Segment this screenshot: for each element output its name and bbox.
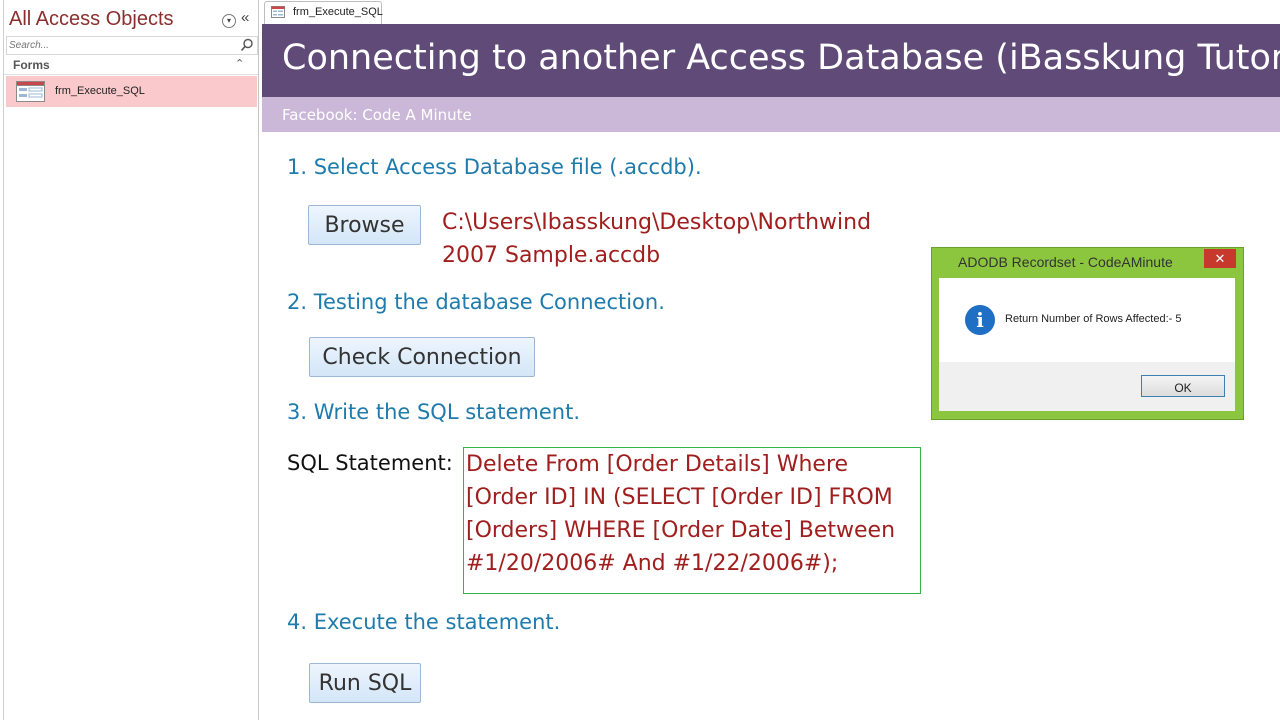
dialog-title: ADODB Recordset - CodeAMinute: [958, 254, 1173, 270]
search-input[interactable]: [9, 38, 229, 52]
tab-frm-execute-sql[interactable]: frm_Execute_SQL: [264, 1, 383, 24]
dialog-footer: OK: [939, 362, 1235, 411]
nav-item-label: frm_Execute_SQL: [55, 85, 145, 97]
form-subheader: Facebook: Code A Minute: [262, 97, 1280, 132]
tab-label: frm_Execute_SQL: [293, 6, 383, 18]
nav-menu-dropdown-icon[interactable]: ▾: [222, 14, 236, 28]
shutter-bar-collapse-icon[interactable]: «: [241, 9, 249, 26]
nav-group-forms[interactable]: Forms ⌃: [4, 56, 258, 75]
form-header: Connecting to another Access Database (i…: [262, 24, 1280, 97]
form-icon: [16, 81, 45, 102]
chevron-up-icon[interactable]: ⌃: [235, 57, 244, 70]
document-tab-strip: frm_Execute_SQL: [262, 0, 1280, 25]
message-box-dialog: ADODB Recordset - CodeAMinute ✕ i Return…: [931, 247, 1244, 420]
form-subtitle: Facebook: Code A Minute: [282, 106, 472, 124]
dialog-body: i Return Number of Rows Affected:- 5: [939, 278, 1235, 362]
ok-button[interactable]: OK: [1141, 375, 1225, 397]
close-icon[interactable]: ✕: [1204, 249, 1236, 268]
check-connection-button[interactable]: Check Connection: [309, 337, 535, 377]
dialog-message: Return Number of Rows Affected:- 5: [1005, 313, 1182, 325]
form-title: Connecting to another Access Database (i…: [282, 38, 1280, 78]
nav-header: All Access Objects ▾ «: [4, 4, 258, 36]
sql-statement-text: Delete From [Order Details] Where [Order…: [466, 452, 896, 576]
nav-item-frm-execute-sql[interactable]: frm_Execute_SQL: [6, 76, 257, 107]
step-3-label: 3. Write the SQL statement.: [287, 400, 580, 424]
step-2-label: 2. Testing the database Connection.: [287, 290, 665, 314]
nav-group-label: Forms: [13, 58, 50, 72]
nav-title[interactable]: All Access Objects: [9, 8, 174, 31]
form-icon: [271, 6, 285, 18]
sql-statement-label: SQL Statement:: [287, 451, 453, 475]
search-icon[interactable]: [240, 38, 254, 52]
step-4-label: 4. Execute the statement.: [287, 610, 561, 634]
run-sql-button[interactable]: Run SQL: [309, 663, 421, 703]
file-path-value: C:\Users\Ibasskung\Desktop\Northwind 200…: [442, 210, 872, 268]
info-icon: i: [965, 305, 995, 335]
nav-search-box: [6, 36, 258, 55]
step-1-label: 1. Select Access Database file (.accdb).: [287, 155, 702, 179]
navigation-pane: All Access Objects ▾ « Forms ⌃ frm_Execu…: [3, 0, 259, 720]
sql-statement-field[interactable]: Delete From [Order Details] Where [Order…: [463, 447, 921, 594]
browse-button[interactable]: Browse: [308, 205, 421, 245]
